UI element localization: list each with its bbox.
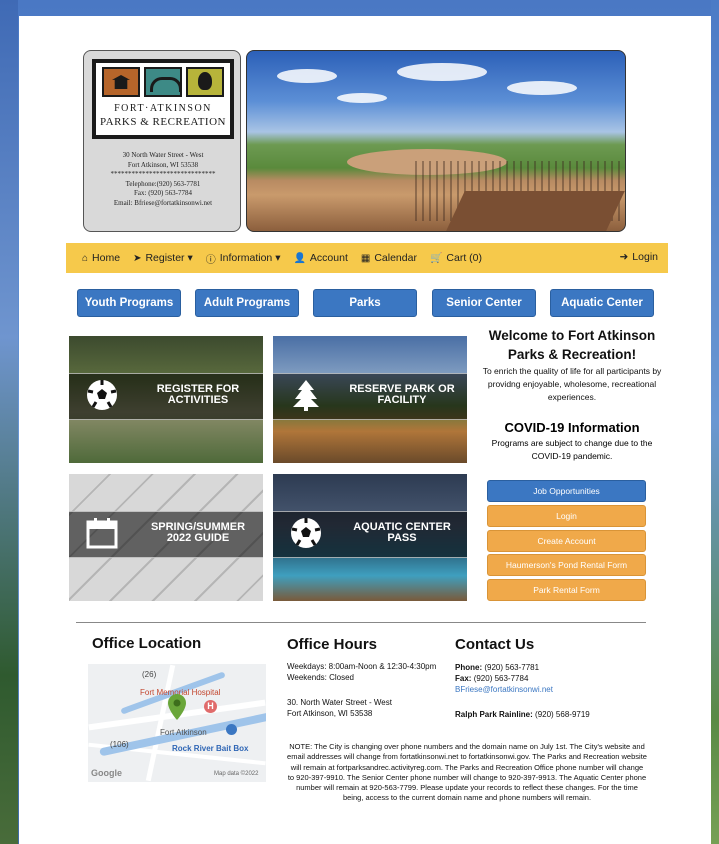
tile-guide-label: SPRING/SUMMER 2022 GUIDE <box>150 521 246 544</box>
map-label-bait-box: Rock River Bait Box <box>172 744 249 753</box>
program-buttons: Youth Programs Adult Programs Parks Seni… <box>77 289 654 317</box>
nav-register[interactable]: ➤ Register ▾ <box>133 252 193 264</box>
hero-baseball-field-image <box>246 50 626 232</box>
welcome-section: Welcome to Fort Atkinson Parks & Recreat… <box>471 326 673 404</box>
nav-login-label: Login <box>632 251 658 263</box>
calendar-icon: ▦ <box>360 252 371 264</box>
nav-calendar[interactable]: ▦ Calendar <box>361 252 417 264</box>
login-icon: ➜ <box>619 251 629 263</box>
hospital-icon: H <box>204 700 217 713</box>
nav-register-label: Register ▾ <box>145 252 193 264</box>
contact-us-title: Contact Us <box>455 636 535 653</box>
tree-icon <box>186 67 224 97</box>
logo-phone: Telephone:(920) 563-7781 <box>125 179 201 188</box>
office-location-title: Office Location <box>92 635 202 652</box>
adult-programs-button[interactable]: Adult Programs <box>195 289 299 317</box>
login-button[interactable]: Login <box>487 505 646 527</box>
fax-label: Fax: <box>455 674 472 683</box>
tile-aquatic-center-pass[interactable]: AQUATIC CENTER PASS <box>273 474 467 601</box>
office-location-map[interactable]: Fort Memorial Hospital Fort Atkinson Roc… <box>88 664 266 782</box>
map-route-106: (106) <box>110 740 129 749</box>
place-pin-icon <box>226 724 237 735</box>
nav-cart-label: Cart (0) <box>446 252 482 264</box>
logo-address: 30 North Water Street - West Fort Atkins… <box>88 151 238 208</box>
create-account-button[interactable]: Create Account <box>487 530 646 552</box>
bridge-icon <box>144 67 182 97</box>
hours-weekends: Weekends: Closed <box>287 673 354 682</box>
map-google-brand: Google <box>91 768 122 778</box>
tile-reserve-park[interactable]: RESERVE PARK OR FACILITY <box>273 336 467 463</box>
info-icon: ⓘ <box>205 254 216 266</box>
phone-label: Phone: <box>455 663 483 672</box>
cart-icon: 🛒 <box>429 252 443 264</box>
nav-login[interactable]: ➜ Login <box>619 251 658 263</box>
footer-address2: Fort Atkinson, WI 53538 <box>287 709 373 718</box>
user-icon: 👤 <box>293 252 306 264</box>
logo-name-line1: FORT·ATKINSON <box>114 103 212 114</box>
stars-divider: ****************************** <box>110 170 216 178</box>
tile-spring-summer-guide[interactable]: SPRING/SUMMER 2022 GUIDE <box>69 474 263 601</box>
map-route-26: (26) <box>142 670 157 679</box>
nav-cart[interactable]: 🛒 Cart (0) <box>430 252 482 264</box>
covid-body: Programs are subject to change due to th… <box>491 438 653 461</box>
main-navbar: ⌂ Home ➤ Register ▾ ⓘ Information ▾ 👤 Ac… <box>66 243 668 273</box>
aquatic-center-button[interactable]: Aquatic Center <box>550 289 654 317</box>
address-line2: Fort Atkinson, WI 53538 <box>127 160 199 169</box>
tree-icon <box>293 380 319 411</box>
office-hours-title: Office Hours <box>287 636 378 653</box>
logo-email: Email: Bfriese@fortatkinsonwi.net <box>113 198 213 207</box>
tile-register-activities[interactable]: REGISTER FOR ACTIVITIES <box>69 336 263 463</box>
background-right <box>711 0 719 844</box>
covid-section: COVID-19 Information Programs are subjec… <box>471 420 673 463</box>
nav-home-label: Home <box>92 252 121 264</box>
house-icon <box>102 67 140 97</box>
rainline-label: Ralph Park Rainline: <box>455 710 533 719</box>
soccer-ball-icon <box>291 518 321 548</box>
tile-register-label: REGISTER FOR ACTIVITIES <box>156 383 240 406</box>
nav-account-label: Account <box>309 252 348 264</box>
tile-reserve-label: RESERVE PARK OR FACILITY <box>349 383 455 406</box>
covid-title: COVID-19 Information <box>504 420 640 435</box>
map-label-fort-atkinson: Fort Atkinson <box>160 728 207 737</box>
contact-phone: (920) 563-7781 <box>484 663 540 672</box>
home-icon: ⌂ <box>82 252 89 264</box>
domain-change-note: NOTE: The City is changing over phone nu… <box>287 742 647 803</box>
logo-card: FORT·ATKINSON PARKS & RECREATION 30 Nort… <box>83 50 241 232</box>
nav-home[interactable]: ⌂ Home <box>82 252 120 264</box>
map-data-credit: Map data ©2022 <box>214 771 259 777</box>
map-pin-icon <box>168 694 186 720</box>
soccer-ball-icon <box>87 380 117 410</box>
address-line1: 30 North Water Street - West <box>122 151 204 159</box>
welcome-title-line1: Welcome to Fort Atkinson <box>488 328 656 343</box>
job-opportunities-button[interactable]: Job Opportunities <box>487 480 646 502</box>
contact-fax: (920) 563-7784 <box>473 674 529 683</box>
park-rental-form-button[interactable]: Park Rental Form <box>487 579 646 601</box>
tile-aquatic-label: AQUATIC CENTER PASS <box>353 521 451 544</box>
nav-information[interactable]: ⓘ Information ▾ <box>206 251 281 266</box>
welcome-body: To enrich the quality of life for all pa… <box>482 366 662 402</box>
contact-info: Phone: (920) 563-7781 Fax: (920) 563-778… <box>455 662 553 695</box>
nav-account[interactable]: 👤 Account <box>293 252 347 264</box>
send-icon: ➤ <box>133 252 142 264</box>
hours-weekdays: Weekdays: 8:00am-Noon & 12:30-4:30pm <box>287 662 437 671</box>
rainline-info: Ralph Park Rainline: (920) 568-9719 <box>455 710 590 719</box>
logo: FORT·ATKINSON PARKS & RECREATION <box>92 59 234 139</box>
haumersons-pond-rental-button[interactable]: Haumerson's Pond Rental Form <box>487 554 646 576</box>
rainline-phone: (920) 568-9719 <box>535 710 590 719</box>
logo-name-line2: PARKS & RECREATION <box>100 116 226 128</box>
office-hours-text: Weekdays: 8:00am-Noon & 12:30-4:30pm Wee… <box>287 661 436 719</box>
nav-information-label: Information ▾ <box>219 252 281 264</box>
logo-fax: Fax: (920) 563-7784 <box>134 189 192 197</box>
footer-address1: 30. North Water Street - West <box>287 698 392 707</box>
calendar-icon <box>86 518 118 549</box>
parks-button[interactable]: Parks <box>313 289 417 317</box>
background-left <box>0 0 18 844</box>
youth-programs-button[interactable]: Youth Programs <box>77 289 181 317</box>
senior-center-button[interactable]: Senior Center <box>432 289 536 317</box>
nav-calendar-label: Calendar <box>374 252 417 264</box>
footer-divider <box>76 622 646 623</box>
welcome-title-line2: Parks & Recreation! <box>507 347 637 362</box>
contact-email-link[interactable]: BFriese@fortatkinsonwi.net <box>455 684 553 695</box>
